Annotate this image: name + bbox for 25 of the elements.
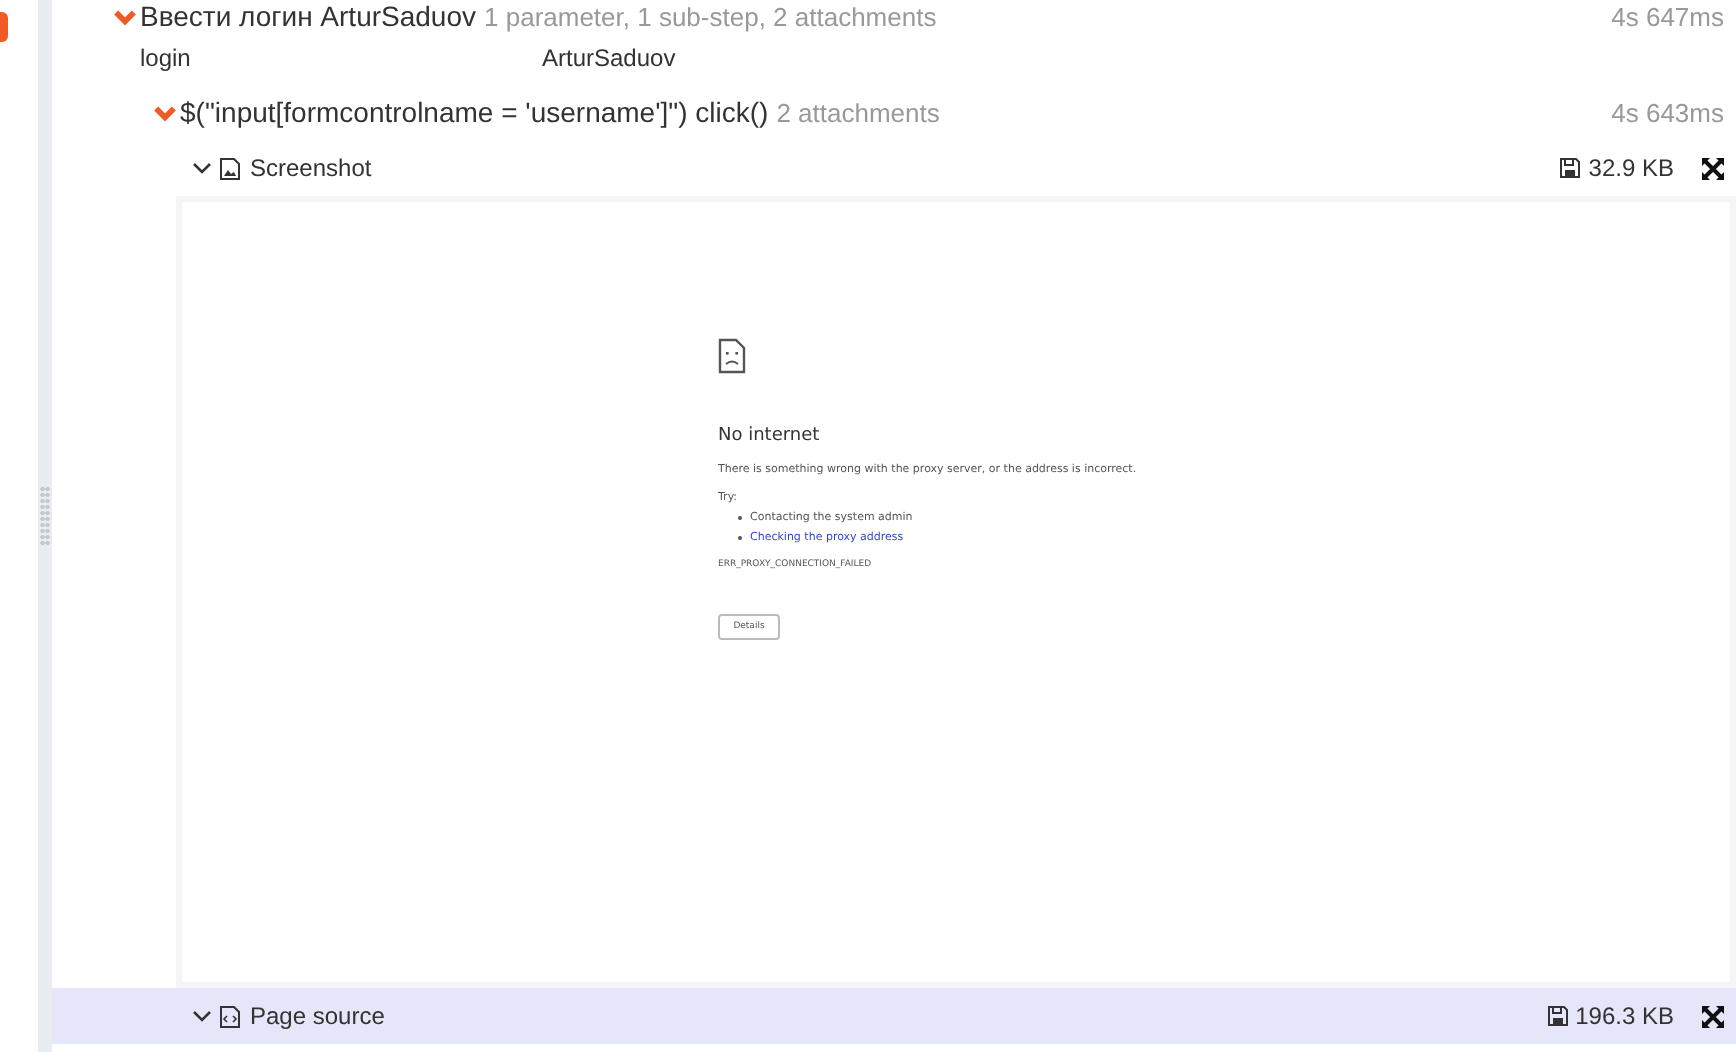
attachment-name: Page source (250, 1002, 385, 1030)
save-icon (1560, 158, 1581, 178)
substep-duration: 4s 643ms (1611, 97, 1726, 127)
substep-summary: 2 attachments (776, 97, 940, 127)
step-summary: 1 parameter, 1 sub-step, 2 attachments (484, 1, 937, 31)
attachment-header[interactable]: Page source 196.3 KB (52, 988, 1736, 1044)
step-title: Ввести логин ArturSaduov (140, 0, 477, 32)
image-file-icon (220, 157, 240, 179)
parameter-value: ArturSaduov (542, 44, 676, 72)
fullscreen-icon[interactable] (1702, 1005, 1724, 1027)
fullscreen-icon[interactable] (1702, 157, 1724, 179)
attachment-name: Screenshot (250, 154, 372, 182)
substep-title: $("input[formcontrolname = 'username']") click() (180, 96, 769, 128)
attachment-size: 196.3 KB (1575, 1002, 1674, 1030)
parameter-name: login (140, 44, 193, 72)
chevron-icon[interactable] (192, 158, 212, 178)
save-icon (1547, 1006, 1568, 1026)
attachment-size: 32.9 KB (1588, 154, 1674, 182)
code-file-icon (220, 1005, 240, 1027)
step-duration: 4s 647ms (1611, 1, 1726, 31)
sad-page-icon (718, 338, 746, 374)
chevron-icon[interactable] (192, 1006, 212, 1026)
grip-icon[interactable] (40, 486, 50, 546)
attachment-header[interactable]: Screenshot 32.9 KB (52, 140, 1736, 196)
preview-title: No internet (718, 426, 822, 446)
